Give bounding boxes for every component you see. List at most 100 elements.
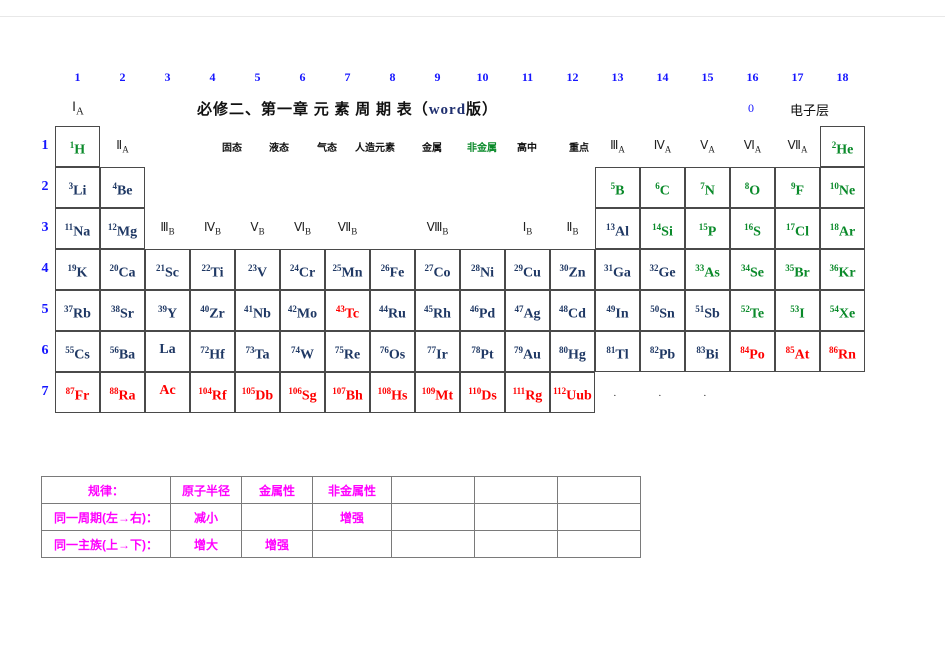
element-cell-Mt[interactable]: 109Mt — [415, 372, 460, 413]
atomic-number-Pd: 46 — [469, 304, 479, 314]
element-cell-Ba[interactable]: 56Ba — [100, 331, 145, 372]
element-cell-Sn[interactable]: 50Sn — [640, 290, 685, 331]
element-cell-Sc[interactable]: 21Sc — [145, 249, 190, 290]
element-cell-Re[interactable]: 75Re — [325, 331, 370, 372]
element-cell-Cs[interactable]: 55Cs — [55, 331, 100, 372]
element-cell-Rf[interactable]: 104Rf — [190, 372, 235, 413]
element-symbol-I: 53I — [790, 304, 805, 322]
element-cell-In[interactable]: 49In — [595, 290, 640, 331]
element-cell-Ta[interactable]: 73Ta — [235, 331, 280, 372]
element-cell-Pt[interactable]: 78Pt — [460, 331, 505, 372]
element-cell-V[interactable]: 23V — [235, 249, 280, 290]
element-cell-Bh[interactable]: 107Bh — [325, 372, 370, 413]
element-cell-Rh[interactable]: 45Rh — [415, 290, 460, 331]
element-cell-Ds[interactable]: 110Ds — [460, 372, 505, 413]
element-cell-Po[interactable]: 84Po — [730, 331, 775, 372]
element-cell-Ac[interactable]: Ac — [145, 372, 190, 413]
element-cell-Rb[interactable]: 37Rb — [55, 290, 100, 331]
element-cell-O[interactable]: 8O — [730, 167, 775, 208]
element-symbol-S: 16S — [744, 222, 761, 240]
atomic-number-B: 5 — [610, 181, 616, 191]
element-cell-Cl[interactable]: 17Cl — [775, 208, 820, 249]
element-symbol-Mg: 12Mg — [107, 222, 138, 240]
element-cell-Si[interactable]: 14Si — [640, 208, 685, 249]
element-cell-Pb[interactable]: 82Pb — [640, 331, 685, 372]
element-cell-Ne[interactable]: 10Ne — [820, 167, 865, 208]
element-cell-Fe[interactable]: 26Fe — [370, 249, 415, 290]
element-cell-Mn[interactable]: 25Mn — [325, 249, 370, 290]
group-number-1: 1 — [74, 70, 81, 84]
element-cell-C[interactable]: 6C — [640, 167, 685, 208]
element-cell-Ar[interactable]: 18Ar — [820, 208, 865, 249]
element-cell-Hg[interactable]: 80Hg — [550, 331, 595, 372]
element-symbol-Ir: 77Ir — [427, 345, 448, 363]
element-cell-Br[interactable]: 35Br — [775, 249, 820, 290]
element-cell-Na[interactable]: 11Na — [55, 208, 100, 249]
element-cell-Ru[interactable]: 44Ru — [370, 290, 415, 331]
element-cell-Xe[interactable]: 54Xe — [820, 290, 865, 331]
element-cell-La[interactable]: La — [145, 331, 190, 372]
element-cell-H[interactable]: 1H — [55, 126, 100, 167]
element-symbol-K: 19K — [67, 263, 88, 281]
element-cell-Ag[interactable]: 47Ag — [505, 290, 550, 331]
element-cell-Zr[interactable]: 40Zr — [190, 290, 235, 331]
element-cell-Cr[interactable]: 24Cr — [280, 249, 325, 290]
element-cell-Be[interactable]: 4Be — [100, 167, 145, 208]
element-cell-Nb[interactable]: 41Nb — [235, 290, 280, 331]
element-cell-Zn[interactable]: 30Zn — [550, 249, 595, 290]
group-number-14: 14 — [656, 70, 669, 84]
element-cell-Ir[interactable]: 77Ir — [415, 331, 460, 372]
element-cell-Tl[interactable]: 81Tl — [595, 331, 640, 372]
element-cell-Db[interactable]: 105Db — [235, 372, 280, 413]
element-cell-Ra[interactable]: 88Ra — [100, 372, 145, 413]
element-cell-Sr[interactable]: 38Sr — [100, 290, 145, 331]
element-cell-Ge[interactable]: 32Ge — [640, 249, 685, 290]
element-cell-Hf[interactable]: 72Hf — [190, 331, 235, 372]
element-cell-P[interactable]: 15P — [685, 208, 730, 249]
element-cell-Sg[interactable]: 106Sg — [280, 372, 325, 413]
element-cell-Ni[interactable]: 28Ni — [460, 249, 505, 290]
element-cell-Al[interactable]: 13Al — [595, 208, 640, 249]
element-cell-Co[interactable]: 27Co — [415, 249, 460, 290]
element-cell-Bi[interactable]: 83Bi — [685, 331, 730, 372]
element-cell-W[interactable]: 74W — [280, 331, 325, 372]
element-cell-Cu[interactable]: 29Cu — [505, 249, 550, 290]
element-cell-Se[interactable]: 34Se — [730, 249, 775, 290]
element-cell-Uub[interactable]: 112Uub — [550, 372, 595, 413]
element-cell-Rg[interactable]: 111Rg — [505, 372, 550, 413]
element-cell-At[interactable]: 85At — [775, 331, 820, 372]
element-cell-Sb[interactable]: 51Sb — [685, 290, 730, 331]
group-number-12: 12 — [566, 70, 579, 84]
element-cell-Kr[interactable]: 36Kr — [820, 249, 865, 290]
element-cell-I[interactable]: 53I — [775, 290, 820, 331]
element-cell-He[interactable]: 2He — [820, 126, 865, 167]
element-cell-F[interactable]: 9F — [775, 167, 820, 208]
element-cell-Cd[interactable]: 48Cd — [550, 290, 595, 331]
element-cell-B[interactable]: 5B — [595, 167, 640, 208]
element-cell-Os[interactable]: 76Os — [370, 331, 415, 372]
element-cell-Mo[interactable]: 42Mo — [280, 290, 325, 331]
element-cell-Tc[interactable]: 43Tc — [325, 290, 370, 331]
element-cell-S[interactable]: 16S — [730, 208, 775, 249]
element-cell-Pd[interactable]: 46Pd — [460, 290, 505, 331]
element-cell-Mg[interactable]: 12Mg — [100, 208, 145, 249]
element-cell-K[interactable]: 19K — [55, 249, 100, 290]
element-cell-Te[interactable]: 52Te — [730, 290, 775, 331]
element-symbol-Cl: 17Cl — [786, 222, 809, 240]
element-symbol-N: 7N — [700, 181, 715, 199]
element-symbol-Fr: 87Fr — [65, 386, 90, 404]
element-cell-Ti[interactable]: 22Ti — [190, 249, 235, 290]
trends-cell-r0-c4 — [391, 476, 475, 504]
element-cell-Y[interactable]: 39Y — [145, 290, 190, 331]
element-cell-As[interactable]: 33As — [685, 249, 730, 290]
element-cell-Ca[interactable]: 20Ca — [100, 249, 145, 290]
element-symbol-P: 15P — [698, 222, 717, 240]
atomic-number-In: 49 — [606, 304, 616, 314]
element-cell-Rn[interactable]: 86Rn — [820, 331, 865, 372]
element-cell-Fr[interactable]: 87Fr — [55, 372, 100, 413]
element-cell-Hs[interactable]: 108Hs — [370, 372, 415, 413]
element-cell-Ga[interactable]: 31Ga — [595, 249, 640, 290]
element-cell-Au[interactable]: 79Au — [505, 331, 550, 372]
element-cell-Li[interactable]: 3Li — [55, 167, 100, 208]
element-cell-N[interactable]: 7N — [685, 167, 730, 208]
